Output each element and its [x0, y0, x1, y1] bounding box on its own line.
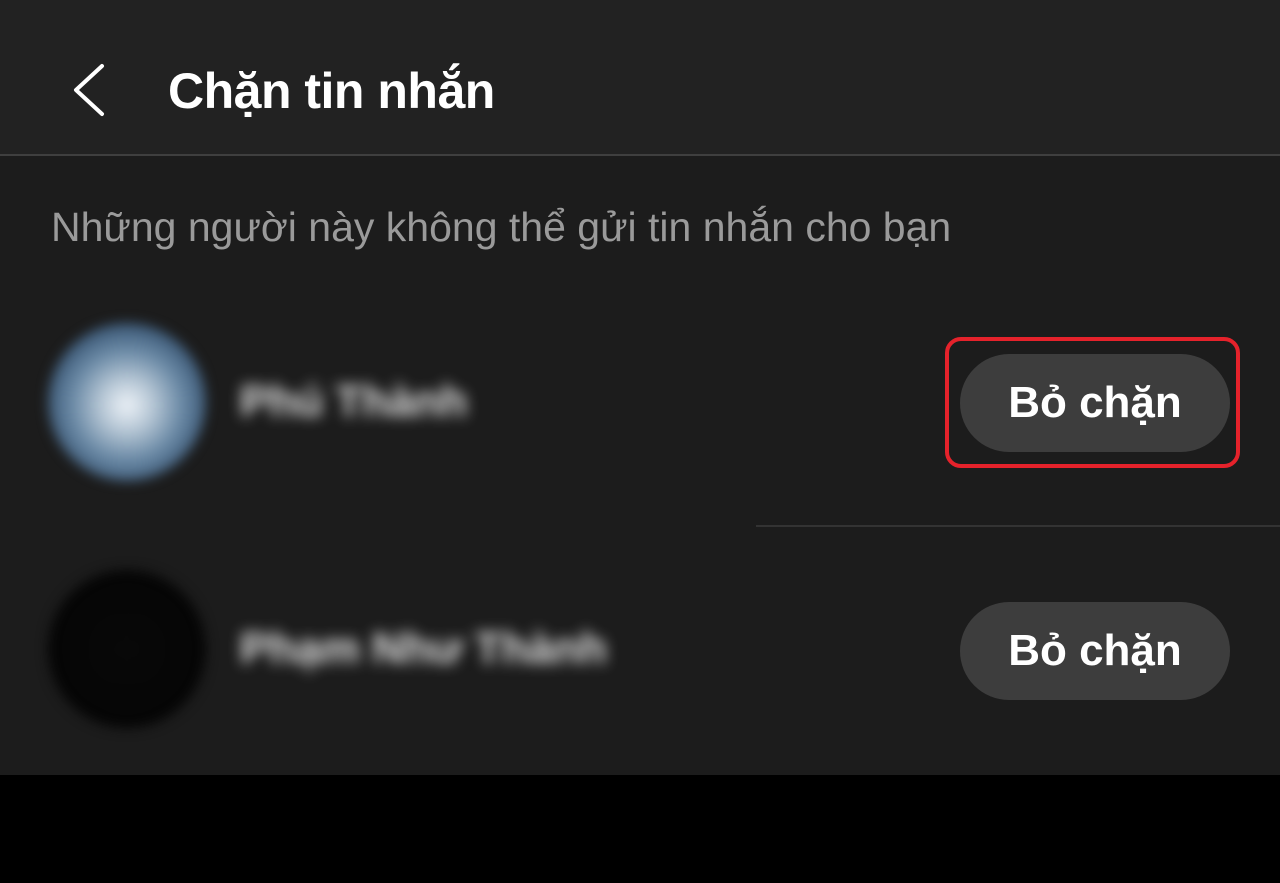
blocked-list-description: Những người này không thể gửi tin nhắn c…	[51, 204, 952, 250]
unblock-button[interactable]: Bỏ chặn	[960, 354, 1230, 452]
blocked-user-row: Phú Thành Bỏ chặn	[0, 285, 1280, 525]
chevron-left-icon	[66, 64, 116, 122]
unblock-button[interactable]: Bỏ chặn	[960, 602, 1230, 700]
avatar	[48, 323, 206, 481]
back-button[interactable]	[66, 62, 116, 118]
row-divider	[756, 525, 1280, 527]
header-bar: Chặn tin nhắn	[0, 0, 1280, 155]
header-divider	[0, 154, 1280, 156]
avatar	[48, 570, 206, 728]
blocked-messages-screen: Chặn tin nhắn Những người này không thể …	[0, 0, 1280, 775]
blocked-user-row: Phạm Như Thành Bỏ chặn	[0, 532, 1280, 772]
blocked-user-name: Phạm Như Thành	[240, 624, 607, 673]
blocked-user-name: Phú Thành	[240, 377, 468, 426]
page-title: Chặn tin nhắn	[168, 63, 495, 119]
